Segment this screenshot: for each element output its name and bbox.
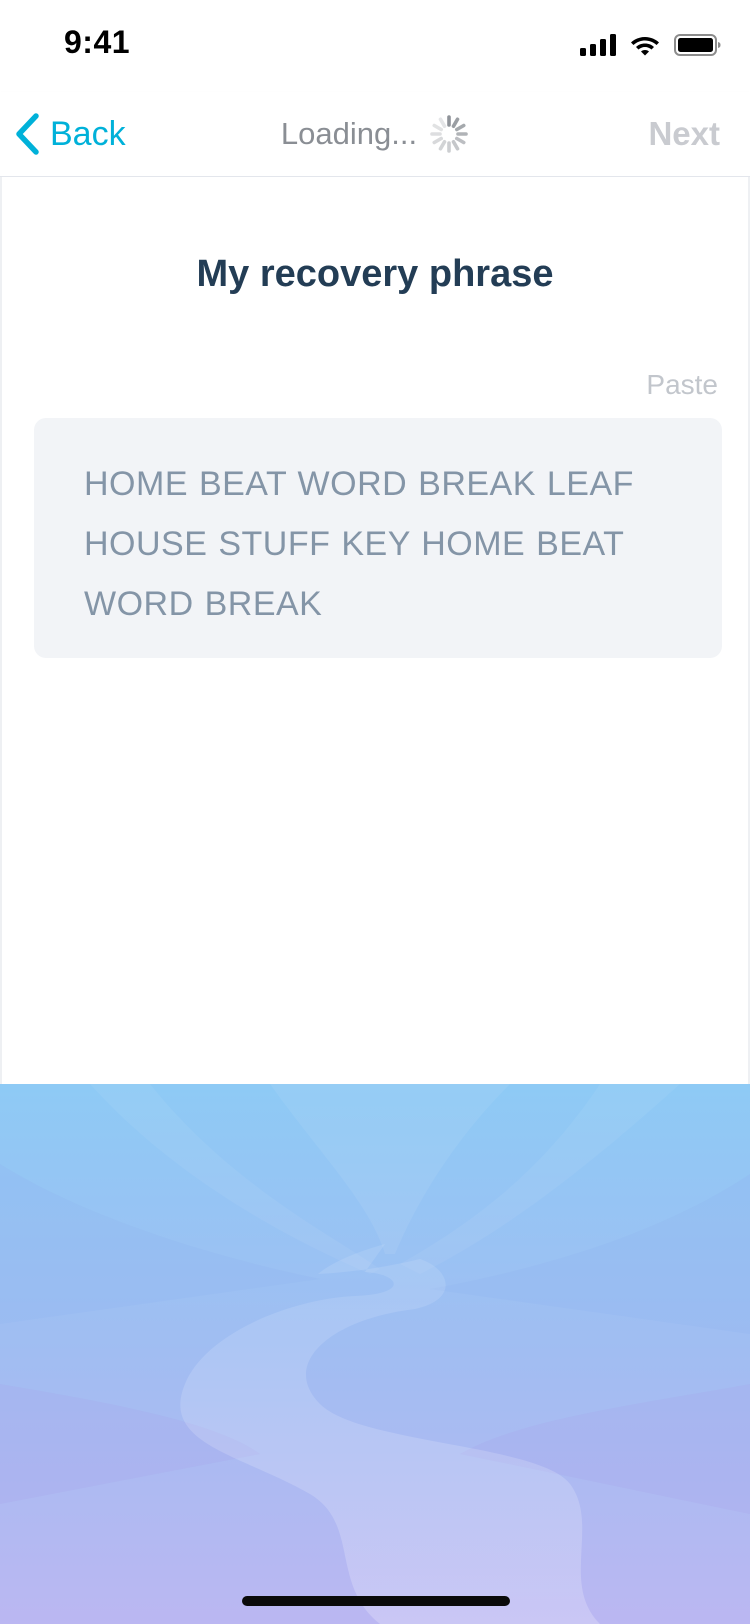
home-indicator [242,1596,510,1606]
recovery-phrase-field[interactable]: HOME BEAT WORD BREAK LEAF HOUSE STUFF KE… [34,418,722,658]
path-illustration [0,1084,750,1624]
status-bar: 9:41 [0,0,750,92]
next-button[interactable]: Next [648,106,720,162]
cellular-signal-icon [580,34,616,56]
nav-title-text: Loading... [280,116,418,151]
page-title: My recovery phrase [196,253,554,295]
recovery-phrase-screen: 9:41 Back Loading... Next My recovery ph… [0,0,750,1624]
nav-title: Loading... [0,106,750,162]
paste-button[interactable]: Paste [646,369,718,401]
navigation-bar: Back Loading... Next [0,92,750,177]
spinner-icon [430,115,468,153]
status-time: 9:41 [64,24,131,60]
battery-icon [674,34,721,56]
wifi-icon [631,37,659,56]
content-area: My recovery phrase Paste HOME BEAT WORD … [0,177,750,1084]
recovery-phrase-text: HOME BEAT WORD BREAK LEAF HOUSE STUFF KE… [84,465,634,623]
status-icons [580,30,722,60]
